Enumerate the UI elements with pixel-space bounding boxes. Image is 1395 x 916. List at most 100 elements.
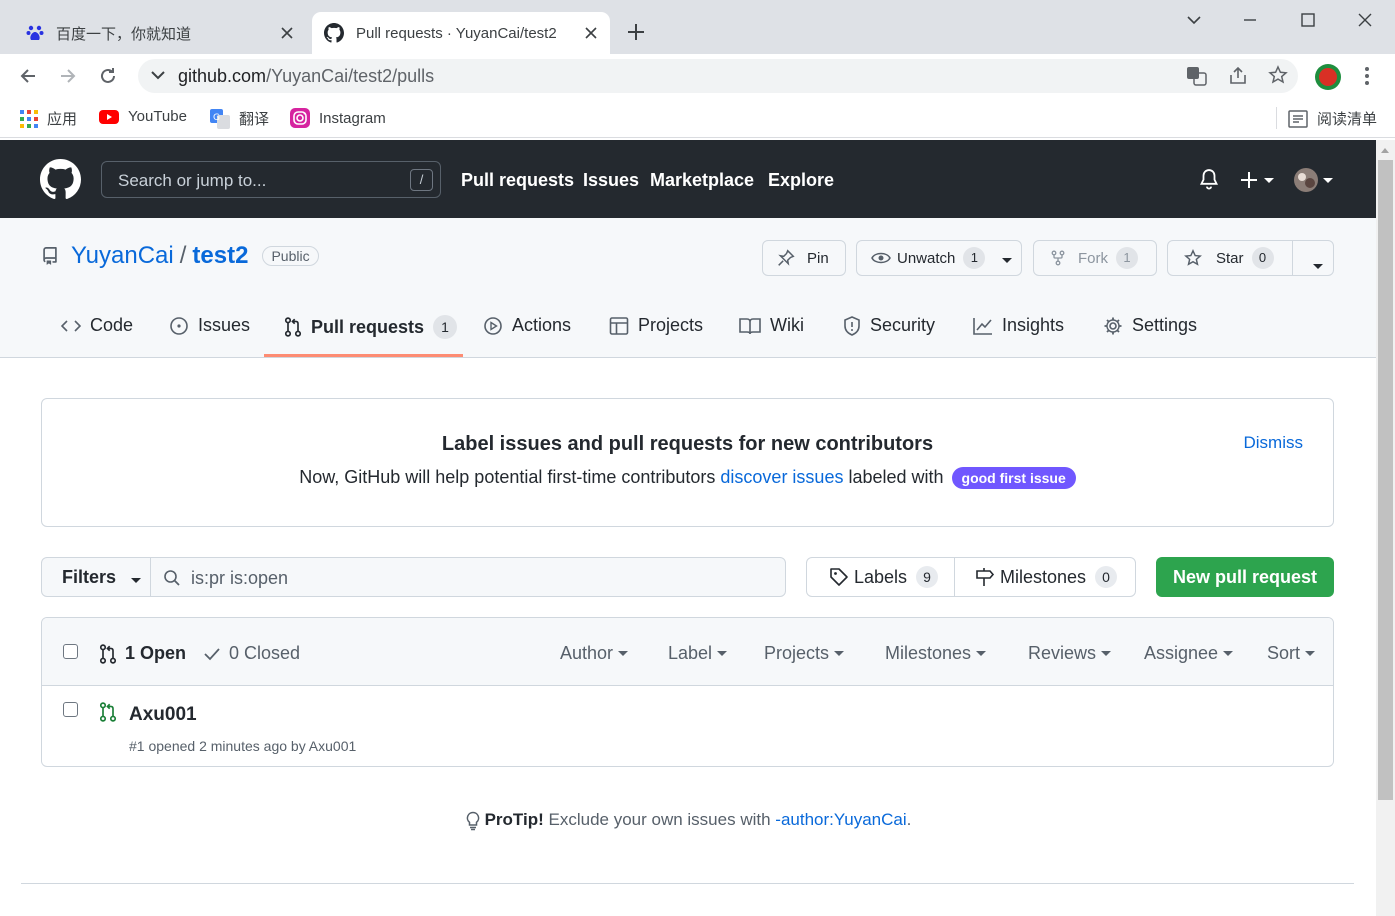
close-tab-icon[interactable] <box>582 24 600 42</box>
reading-list-button[interactable]: 阅读清单 <box>1288 108 1377 129</box>
sort-dropdown[interactable]: Sort <box>1267 643 1316 664</box>
bookmarks-bar: 应用 YouTube G 翻译 Instagram 阅读清单 <box>0 98 1395 138</box>
repo-separator: / <box>179 242 187 269</box>
notifications-bell-icon[interactable] <box>1198 168 1220 190</box>
tab-issues[interactable]: Issues <box>169 315 250 336</box>
labels-label: Labels <box>854 566 908 587</box>
reload-icon[interactable] <box>98 66 118 86</box>
tab-search-chevron-icon[interactable] <box>1184 8 1204 32</box>
new-pull-request-button[interactable]: New pull request <box>1156 557 1334 597</box>
assignee-filter[interactable]: Assignee <box>1144 643 1234 664</box>
browser-tab-github[interactable]: Pull requests · YuyanCai/test2 <box>312 12 610 54</box>
gear-icon <box>1103 316 1123 336</box>
bookmark-translate[interactable]: G 翻译 <box>210 108 269 129</box>
tab-security[interactable]: Security <box>843 315 935 336</box>
repo-owner-link[interactable]: YuyanCai <box>71 242 174 270</box>
banner-title: Label issues and pull requests for new c… <box>441 433 934 455</box>
pin-button[interactable]: Pin <box>762 240 846 276</box>
page-scrollbar-thumb[interactable] <box>1378 160 1393 800</box>
pull-request-icon <box>284 317 302 337</box>
site-info-chevron-icon[interactable] <box>150 69 166 83</box>
close-tab-icon[interactable] <box>278 24 296 42</box>
projects-filter[interactable]: Projects <box>764 643 845 664</box>
translate-page-icon[interactable] <box>1186 66 1208 86</box>
header-nav-explore[interactable]: Explore <box>768 170 834 191</box>
github-favicon-icon <box>324 23 344 43</box>
dismiss-button[interactable]: Dismiss <box>1244 433 1304 453</box>
back-arrow-icon[interactable] <box>18 66 38 86</box>
tab-settings[interactable]: Settings <box>1103 315 1197 336</box>
milestones-button[interactable]: Milestones 0 <box>955 558 1135 596</box>
play-icon <box>483 316 503 336</box>
unwatch-button[interactable]: Unwatch 1 <box>856 240 1022 276</box>
lightbulb-icon <box>465 811 481 831</box>
minimize-icon[interactable] <box>1240 8 1260 32</box>
tab-projects[interactable]: Projects <box>609 315 703 336</box>
author-filter[interactable]: Author <box>560 643 629 664</box>
header-nav-pull-requests[interactable]: Pull requests <box>461 170 574 191</box>
address-bar[interactable]: github.com/YuyanCai/test2/pulls <box>138 59 1298 93</box>
repository-tabs: Code Issues Pull requests 1 Actions Proj… <box>0 303 1376 358</box>
window-close-icon[interactable] <box>1355 8 1375 32</box>
browser-tab-baidu[interactable]: 百度一下，你就知道 <box>14 12 306 54</box>
label-filter[interactable]: Label <box>668 643 728 664</box>
labels-button[interactable]: Labels 9 <box>807 558 955 596</box>
discover-issues-link[interactable]: discover issues <box>720 467 843 487</box>
header-nav-marketplace[interactable]: Marketplace <box>650 170 754 191</box>
tab-code[interactable]: Code <box>61 315 133 336</box>
pull-request-title-link[interactable]: Axu001 <box>129 704 197 726</box>
star-count: 0 <box>1251 247 1274 269</box>
user-avatar[interactable] <box>1294 167 1334 193</box>
bookmark-instagram[interactable]: Instagram <box>290 108 386 128</box>
row-checkbox[interactable] <box>63 702 78 717</box>
header-nav-issues[interactable]: Issues <box>583 170 639 191</box>
tab-actions[interactable]: Actions <box>483 315 571 336</box>
fork-button[interactable]: Fork 1 <box>1033 240 1157 276</box>
translate-icon: G <box>210 108 230 129</box>
tab-label: Projects <box>638 315 704 335</box>
graph-icon <box>973 317 993 335</box>
github-search-input[interactable]: Search or jump to... / <box>101 161 441 198</box>
eye-icon <box>871 250 891 266</box>
profile-avatar-icon[interactable] <box>1314 63 1342 91</box>
tab-pull-requests[interactable]: Pull requests 1 <box>284 315 458 339</box>
filters-caret-icon <box>126 567 142 588</box>
github-logo-icon[interactable] <box>40 159 81 200</box>
bookmark-apps[interactable]: 应用 <box>20 108 77 129</box>
bookmark-youtube[interactable]: YouTube <box>99 108 187 125</box>
bookmarks-divider <box>1276 107 1277 129</box>
select-all-checkbox[interactable] <box>63 644 78 659</box>
more-menu-icon[interactable] <box>1358 66 1376 86</box>
issue-search-input[interactable]: is:pr is:open <box>150 557 786 597</box>
table-icon <box>609 316 629 336</box>
good-first-issue-label[interactable]: good first issue <box>951 467 1076 490</box>
milestones-filter[interactable]: Milestones <box>885 643 987 664</box>
baidu-paw-icon <box>26 24 44 42</box>
tab-insights[interactable]: Insights <box>973 315 1064 336</box>
milestone-icon <box>975 567 995 587</box>
open-filter[interactable]: 1 Open <box>99 643 186 664</box>
pin-label: Pin <box>807 249 829 267</box>
reviews-filter[interactable]: Reviews <box>1028 643 1112 664</box>
github-header: Search or jump to... / Pull requests Iss… <box>0 140 1376 218</box>
browser-tab-title: 百度一下，你就知道 <box>56 25 192 43</box>
maximize-icon[interactable] <box>1298 8 1318 32</box>
star-dropdown-caret-icon[interactable] <box>1308 256 1323 274</box>
closed-count-label: 0 Closed <box>229 643 301 663</box>
closed-filter[interactable]: 0 Closed <box>203 643 300 664</box>
bookmark-star-icon[interactable] <box>1268 65 1288 85</box>
tab-wiki[interactable]: Wiki <box>739 315 804 336</box>
filters-dropdown[interactable]: Filters <box>41 557 151 597</box>
create-new-plus-icon[interactable] <box>1240 170 1276 190</box>
footer-divider <box>21 883 1354 884</box>
protip: ProTip! Exclude your own issues with -au… <box>0 810 1376 831</box>
shield-icon <box>843 315 861 336</box>
new-tab-plus-icon[interactable] <box>624 20 648 44</box>
share-icon[interactable] <box>1228 66 1248 86</box>
repo-name-link[interactable]: test2 <box>192 242 248 270</box>
forward-arrow-icon[interactable] <box>58 66 78 86</box>
author-filter-link[interactable]: -author:YuyanCai <box>775 810 906 829</box>
fork-count: 1 <box>1116 247 1138 269</box>
pull-request-icon <box>99 643 117 664</box>
tab-label: Insights <box>1002 315 1065 335</box>
